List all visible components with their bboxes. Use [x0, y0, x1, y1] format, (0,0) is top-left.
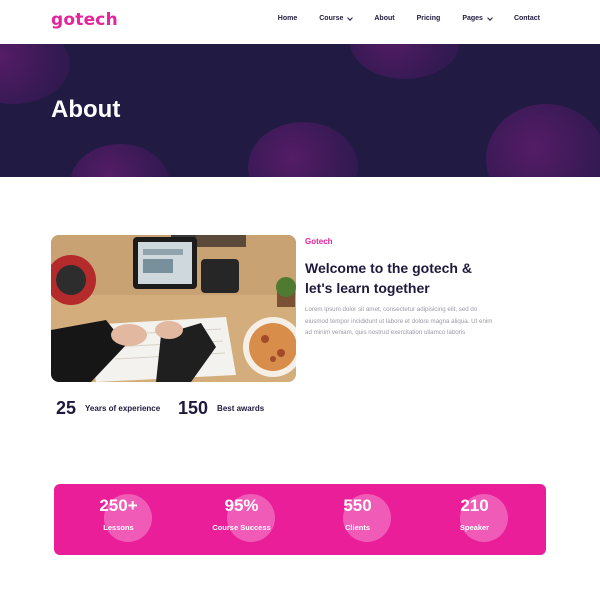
about-photo [51, 235, 296, 382]
counter-course-success: 95% Course Success [180, 484, 303, 555]
awards-stat: 150 Best awards [178, 398, 264, 419]
nav-item-label: About [374, 15, 395, 22]
chevron-down-icon [487, 14, 493, 21]
counter-value: 95% [224, 496, 259, 515]
nav-item-course[interactable]: Course [319, 14, 354, 22]
nav-item-home[interactable]: Home [278, 15, 297, 22]
decorative-blob [70, 144, 170, 177]
counter-lessons: 250+ Lessons [57, 484, 180, 555]
decorative-blob [350, 44, 460, 79]
decorative-blob [486, 104, 600, 177]
main-menu: Home Course About Pricing Pages Contact [256, 14, 540, 22]
chevron-down-icon [347, 14, 354, 21]
stat-value: 25 [56, 398, 77, 418]
stat-label: Best awards [217, 404, 265, 413]
counter-speaker: 210 Speaker [413, 484, 536, 555]
counter-label: Clients [344, 523, 370, 532]
counter-value: 550 [343, 496, 372, 515]
nav-item-label: Course [319, 15, 344, 22]
page-hero: About [0, 44, 600, 177]
counter-label: Course Success [212, 523, 271, 532]
counter-value: 250+ [99, 496, 138, 515]
nav-item-contact[interactable]: Contact [514, 15, 540, 22]
section-eyebrow: Gotech [305, 237, 333, 246]
navbar: gotech Home Course About Pricing Pages C… [0, 0, 600, 44]
nav-item-label: Pages [462, 15, 483, 22]
stat-value: 150 [178, 398, 209, 418]
stat-label: Years of experience [85, 404, 161, 413]
about-description: Lorem ipsum dolor sit amet, consectetur … [305, 306, 493, 336]
about-heading: Welcome to the gotech & let's learn toge… [305, 260, 472, 296]
counter-label: Lessons [103, 523, 134, 532]
counters-bar: 250+ Lessons 95% Course Success 550 Clie… [54, 484, 546, 555]
nav-item-label: Pricing [416, 15, 441, 22]
study-desk-illustration [51, 235, 296, 382]
logo[interactable]: gotech [51, 10, 118, 30]
page-title: About [51, 96, 121, 123]
experience-stat: 25 Years of experience [56, 398, 160, 419]
counter-label: Speaker [459, 523, 490, 532]
counter-value: 210 [460, 496, 489, 515]
nav-item-label: Home [277, 15, 298, 22]
decorative-blob [248, 122, 358, 177]
nav-item-pricing[interactable]: Pricing [417, 15, 441, 22]
nav-item-pages[interactable]: Pages [462, 14, 493, 22]
counter-clients: 550 Clients [296, 484, 419, 555]
nav-item-about[interactable]: About [374, 15, 394, 22]
nav-item-label: Contact [513, 15, 540, 22]
decorative-blob [0, 44, 70, 104]
